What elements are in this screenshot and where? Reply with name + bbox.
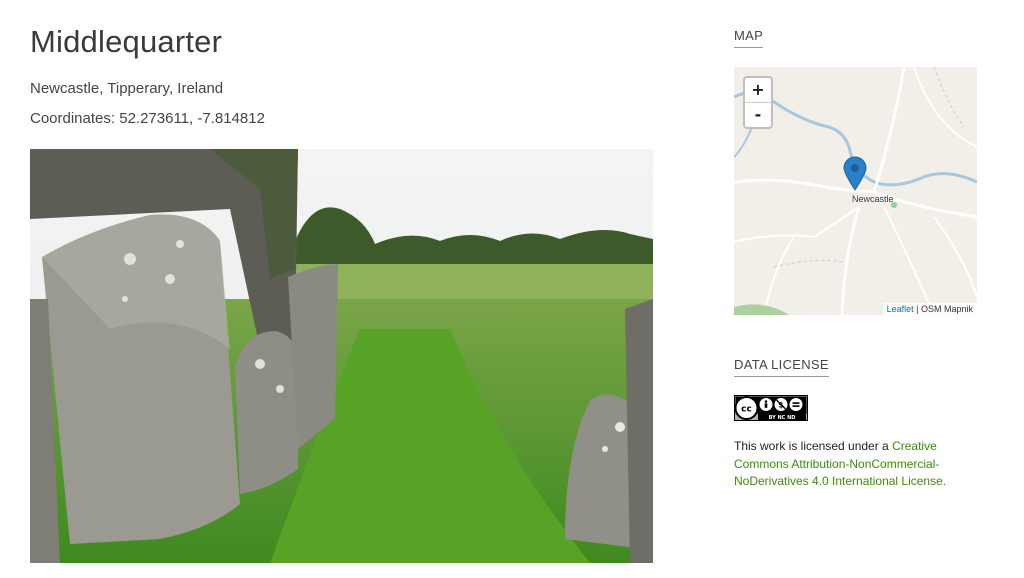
attribution-separator: | (913, 304, 921, 314)
svg-text:cc: cc (741, 405, 752, 415)
cc-license-badge[interactable]: cc $ BY NC ND (734, 395, 808, 421)
zoom-in-button[interactable]: + (745, 78, 771, 102)
license-statement: This work is licensed under a Creative C… (734, 438, 964, 491)
coordinates-label: Coordinates: (30, 110, 116, 127)
license-prefix: This work is licensed under a (734, 439, 893, 453)
coordinates-value: 52.273611, -7.814812 (119, 110, 265, 127)
graveyard-photo (30, 149, 653, 563)
license-suffix: . (942, 474, 947, 488)
cc-badge-text: BY NC ND (769, 415, 796, 421)
map-place-label: Newcastle (852, 194, 894, 204)
map-attribution: Leaflet | OSM Mapnik (882, 303, 977, 315)
location-text: Newcastle, Tipperary, Ireland (30, 80, 224, 97)
map-heading: MAP (734, 28, 764, 48)
map-widget[interactable]: Newcastle + - Leaflet | OSM Mapnik (734, 67, 977, 315)
page-title: Middlequarter (30, 24, 223, 59)
license-heading: DATA LICENSE (734, 357, 829, 377)
zoom-out-button[interactable]: - (745, 102, 771, 127)
attribution-source: OSM Mapnik (920, 304, 973, 314)
leaflet-link[interactable]: Leaflet (887, 304, 914, 314)
zoom-control: + - (743, 76, 773, 129)
location-marker-icon[interactable] (843, 156, 867, 191)
coordinates-row: Coordinates: 52.273611, -7.814812 (30, 110, 265, 127)
